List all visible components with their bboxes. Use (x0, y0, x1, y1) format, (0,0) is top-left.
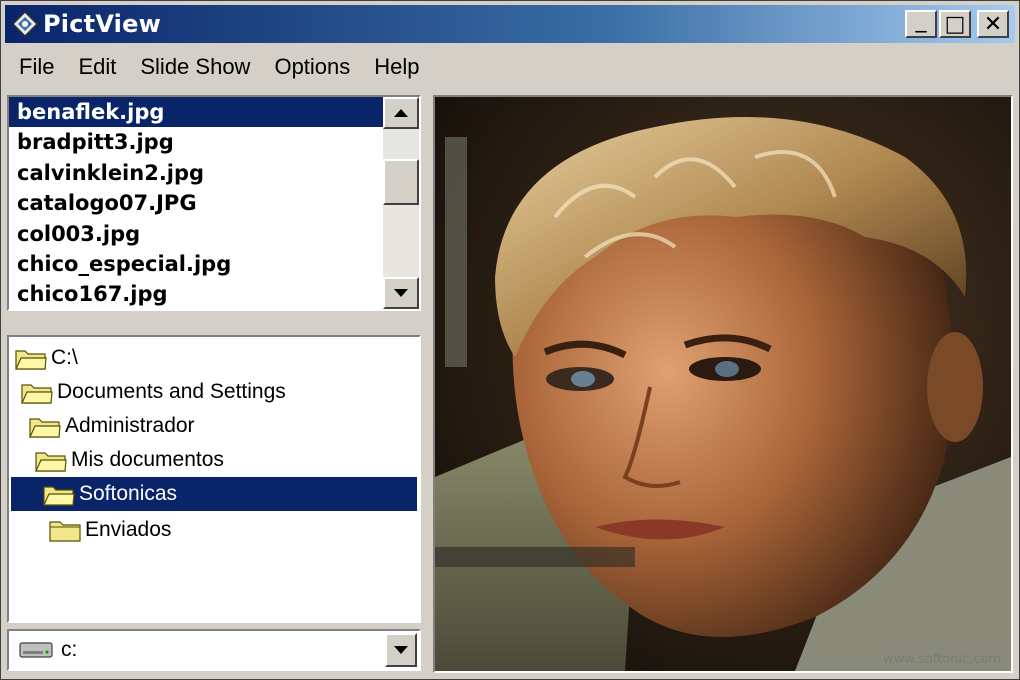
close-icon: ✕ (983, 11, 1003, 37)
chevron-down-icon (394, 646, 408, 654)
preview-photo (435, 97, 1011, 671)
pictview-app-icon (11, 10, 39, 38)
tree-node-softonicas[interactable]: Softonicas (11, 477, 417, 511)
minimize-button[interactable]: _ (905, 7, 937, 38)
menu-edit[interactable]: Edit (66, 54, 128, 80)
folder-icon (49, 521, 81, 542)
tree-node-documents-and-settings[interactable]: Documents and Settings (21, 375, 286, 409)
folder-open-icon (15, 350, 47, 370)
tree-node-mis-documentos[interactable]: Mis documentos (35, 443, 224, 477)
folder-open-icon (21, 384, 53, 404)
file-item-benaflek[interactable]: benaflek.jpg (9, 97, 383, 128)
menu-options[interactable]: Options (262, 54, 362, 80)
tree-node-label: C:\ (51, 346, 78, 369)
file-item-chico-especial[interactable]: chico_especial.jpg (9, 249, 383, 279)
file-list[interactable]: benaflek.jpg bradpitt3.jpg calvinklein2.… (7, 95, 421, 311)
file-item-calvinklein2[interactable]: calvinklein2.jpg (9, 158, 383, 188)
close-button[interactable]: ✕ (977, 10, 1009, 38)
maximize-button[interactable]: □ (939, 10, 971, 38)
menu-slide-show[interactable]: Slide Show (128, 54, 262, 80)
tree-node-administrador[interactable]: Administrador (29, 409, 195, 443)
maximize-icon: □ (944, 11, 966, 37)
folder-open-icon (43, 486, 75, 506)
file-item-col003[interactable]: col003.jpg (9, 219, 383, 249)
file-item-chico167[interactable]: chico167.jpg (9, 279, 383, 309)
tree-node-label: Enviados (85, 518, 172, 541)
window-title: PictView (43, 10, 161, 38)
menu-bar: File Edit Slide Show Options Help (5, 47, 432, 87)
pane-splitter[interactable] (7, 313, 421, 335)
scroll-thumb[interactable] (383, 159, 419, 205)
drive-value: c: (61, 638, 78, 661)
scroll-up-arrow-icon (394, 109, 408, 117)
tree-node-label: Documents and Settings (57, 380, 286, 403)
folder-tree[interactable]: C:\ Documents and Settings Administrador… (7, 335, 421, 623)
tree-node-c-root[interactable]: C:\ (15, 341, 78, 375)
file-item-catalogo07[interactable]: catalogo07.JPG (9, 188, 383, 218)
tree-node-label: Administrador (65, 414, 195, 437)
scroll-up-button[interactable] (383, 97, 419, 129)
scroll-down-button[interactable] (383, 277, 419, 309)
drive-dropdown-button[interactable] (385, 633, 417, 667)
folder-open-icon (35, 452, 67, 472)
menu-help[interactable]: Help (362, 54, 431, 80)
title-bar[interactable]: PictView _ □ ✕ (5, 5, 1015, 43)
pictview-window: PictView _ □ ✕ File Edit Slide Show Opti… (0, 0, 1020, 680)
file-list-scrollbar[interactable] (383, 97, 419, 309)
file-item-bradpitt3[interactable]: bradpitt3.jpg (9, 127, 383, 157)
watermark-text: www.softonic.com (883, 652, 1001, 667)
drive-selector[interactable]: c: (7, 629, 421, 671)
tree-node-label: Mis documentos (71, 448, 224, 471)
drive-icon (19, 642, 53, 658)
minimize-icon: _ (915, 7, 927, 33)
image-preview-pane[interactable]: www.softonic.com (433, 95, 1013, 673)
folder-open-icon (29, 418, 61, 438)
menu-file[interactable]: File (5, 54, 66, 80)
tree-node-label: Softonicas (79, 482, 178, 505)
tree-node-enviados[interactable]: Enviados (49, 513, 171, 547)
scroll-down-arrow-icon (394, 289, 408, 297)
